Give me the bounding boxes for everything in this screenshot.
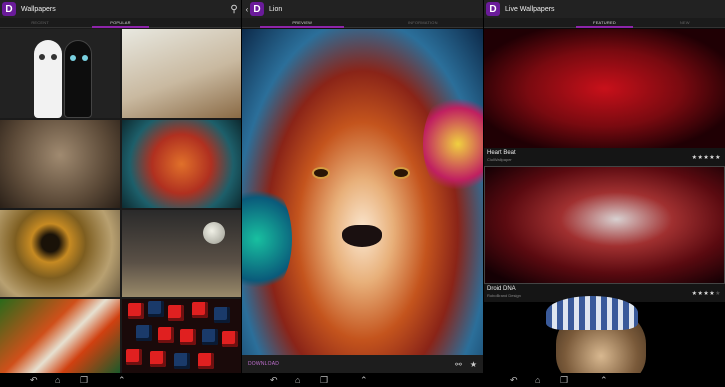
action-bar: D Live Wallpapers <box>484 0 725 18</box>
page-title: Wallpapers <box>21 5 56 13</box>
back-icon[interactable]: ↶ <box>30 375 38 385</box>
home-icon[interactable]: ⌂ <box>295 375 300 385</box>
share-icon[interactable]: ⚯ <box>455 360 462 369</box>
list-item-info[interactable]: Heart Beat CiulWallpaper ★★★★★ <box>484 148 725 166</box>
cube <box>222 331 238 347</box>
tab-featured[interactable]: FEATURED <box>564 18 644 28</box>
tab-previous[interactable] <box>484 18 564 27</box>
tab-bar: PREVIEW INFORMATION <box>242 18 483 28</box>
wallpaper-preview-lion[interactable] <box>242 29 483 355</box>
live-wallpaper-sleepy-monkey[interactable] <box>484 296 725 373</box>
cube <box>202 329 218 345</box>
up-arrow-icon[interactable]: ⌃ <box>360 375 368 385</box>
wallpaper-thumb-lion[interactable] <box>122 120 241 208</box>
up-arrow-icon[interactable]: ⌃ <box>118 375 126 385</box>
home-icon[interactable]: ⌂ <box>535 375 540 385</box>
wallpaper-thumb-moon[interactable] <box>122 210 241 297</box>
wallpaper-grid <box>0 29 241 373</box>
cube <box>180 329 196 345</box>
tab-new[interactable]: NEW <box>645 18 725 27</box>
lion-eye <box>314 169 328 177</box>
back-icon[interactable]: ↶ <box>270 375 278 385</box>
wallpaper-thumb-cubes[interactable] <box>122 299 241 373</box>
wallpaper-thumb-elephant[interactable] <box>0 120 120 208</box>
wallpapers-panel: D Wallpapers ⚲ RECENT POPULAR <box>0 0 241 373</box>
live-wallpapers-panel: D Live Wallpapers FEATURED NEW Heart Bea… <box>484 0 725 373</box>
wallpaper-name: Heart Beat <box>487 150 516 156</box>
cube <box>192 302 208 318</box>
rating-stars: ★★★★★ <box>691 291 721 297</box>
back-icon[interactable]: ↶ <box>510 375 518 385</box>
cube <box>126 349 142 365</box>
up-arrow-icon[interactable]: ⌃ <box>600 375 608 385</box>
color-splash <box>242 179 292 299</box>
page-title: Lion <box>269 5 283 13</box>
wallpaper-thumb-eye[interactable] <box>0 210 120 297</box>
home-icon[interactable]: ⌂ <box>55 375 60 385</box>
lion-nose <box>342 225 382 247</box>
wallpaper-thumb-cats[interactable] <box>0 29 120 118</box>
action-bar: ‹ D Lion <box>242 0 483 18</box>
cube <box>214 307 230 323</box>
cube <box>136 325 152 341</box>
wallpaper-name: Droid DNA <box>487 286 516 292</box>
recent-apps-icon[interactable]: ❐ <box>560 375 568 385</box>
wallpaper-thumb-clownfish[interactable] <box>0 299 120 373</box>
page-title: Live Wallpapers <box>505 5 555 13</box>
tab-popular[interactable]: POPULAR <box>80 18 160 28</box>
app-logo[interactable]: D <box>486 2 500 16</box>
download-button[interactable]: DOWNLOAD <box>248 361 447 367</box>
cube <box>158 327 174 343</box>
tab-information[interactable]: INFORMATION <box>363 18 484 27</box>
cube <box>168 305 184 321</box>
live-wallpaper-droid-dna[interactable] <box>484 166 725 284</box>
detail-panel: ‹ D Lion PREVIEW INFORMATION DOWNLOAD ⚯ … <box>242 0 483 373</box>
white-cat <box>34 40 62 118</box>
lion-eye <box>394 169 408 177</box>
black-cat <box>64 40 92 118</box>
live-wallpaper-heart-beat[interactable] <box>484 29 725 148</box>
nightcap <box>546 296 638 330</box>
system-nav-bar: ↶ ⌂ ❐ ⌃ ↶ ⌂ ❐ ⌃ ↶ ⌂ ❐ ⌃ <box>0 373 725 387</box>
cube <box>128 303 144 319</box>
recent-apps-icon[interactable]: ❐ <box>80 375 88 385</box>
cube <box>198 353 214 369</box>
app-logo[interactable]: D <box>2 2 16 16</box>
tab-more[interactable] <box>161 18 241 27</box>
search-icon[interactable]: ⚲ <box>227 2 241 16</box>
moon <box>203 222 225 244</box>
tab-bar: FEATURED NEW <box>484 18 725 28</box>
action-bar: D Wallpapers ⚲ <box>0 0 241 18</box>
cube <box>150 351 166 367</box>
cube <box>174 353 190 369</box>
rating-stars: ★★★★★ <box>691 155 721 161</box>
tab-recent[interactable]: RECENT <box>0 18 80 27</box>
tab-bar: RECENT POPULAR <box>0 18 241 28</box>
wallpaper-author: CiulWallpaper <box>487 157 512 162</box>
app-logo[interactable]: D <box>250 2 264 16</box>
recent-apps-icon[interactable]: ❐ <box>320 375 328 385</box>
wallpaper-thumb-squirrel[interactable] <box>122 29 241 118</box>
color-splash <box>423 89 483 199</box>
star-icon[interactable]: ★ <box>470 360 477 369</box>
cube <box>148 301 164 317</box>
tab-preview[interactable]: PREVIEW <box>242 18 363 28</box>
detail-bottom-bar: DOWNLOAD ⚯ ★ <box>242 355 483 373</box>
